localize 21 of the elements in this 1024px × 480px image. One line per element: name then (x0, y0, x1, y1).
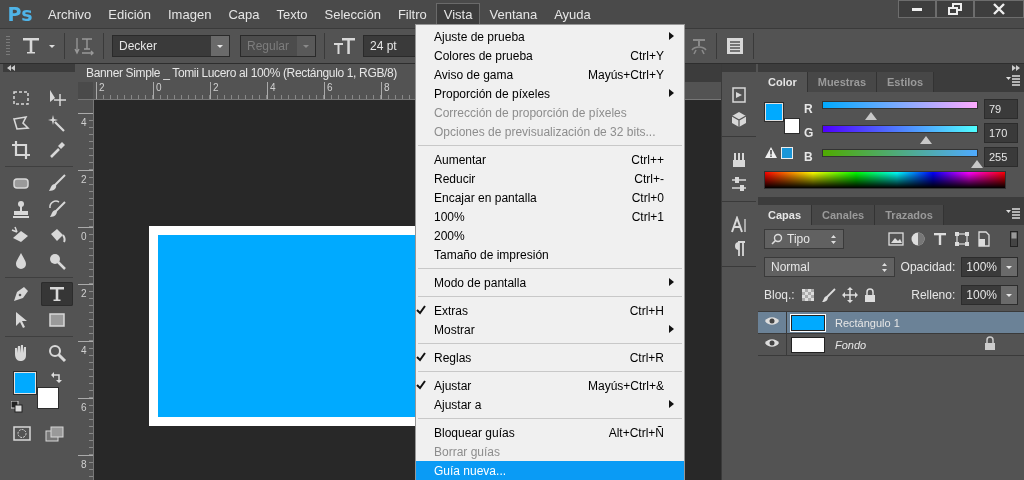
opacity-label: Opacidad: (900, 260, 956, 274)
ruler-label: 0 (78, 227, 93, 284)
ruler-label: 4 (78, 113, 93, 170)
ruler-label: 6 (324, 82, 381, 99)
ruler-label: 6 (78, 398, 93, 455)
ruler-label: 0 (153, 82, 210, 99)
layer-name: Rectángulo 1 (835, 316, 901, 329)
ruler-label: 2 (78, 170, 93, 227)
ruler-label: 2 (78, 284, 93, 341)
layer-name: Fondo (835, 338, 868, 351)
ruler-label: 4 (78, 341, 93, 398)
ruler-label: 4 (267, 82, 324, 99)
channel-label: R (804, 102, 814, 116)
channel-label: G (804, 126, 815, 140)
ruler-label: 2 (210, 82, 267, 99)
ruler-label: 8 (78, 455, 93, 480)
fill-label: Relleno: (911, 288, 956, 302)
app-logo: Ps (6, 3, 34, 25)
channel-label: B (804, 150, 814, 164)
ruler-label: 2 (96, 82, 153, 99)
lock-label: Bloq.: (764, 288, 795, 302)
